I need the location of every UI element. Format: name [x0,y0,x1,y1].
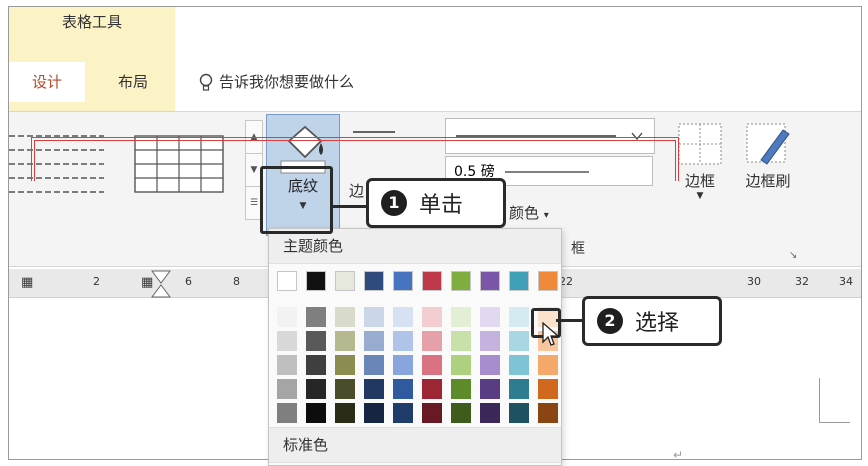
ruler-label: 8 [233,275,240,288]
border-painter-label: 边框刷 [745,172,791,190]
step-1-text: 单击 [419,193,464,218]
theme-color-tint-swatch[interactable] [509,331,529,351]
theme-color-tint-swatch[interactable] [422,307,442,327]
theme-color-tint-swatch[interactable] [364,355,384,375]
theme-color-tint-swatch[interactable] [451,331,471,351]
callout-leader-1 [330,205,368,208]
theme-color-tint-swatch[interactable] [422,355,442,375]
ruler-label: 34 [839,275,853,288]
theme-color-tint-swatch[interactable] [306,403,326,423]
theme-color-tint-swatch[interactable] [393,379,413,399]
tell-me-text: 告诉我你想要做什么 [219,73,355,91]
theme-color-tint-swatch[interactable] [538,355,558,375]
theme-color-tint-swatch[interactable] [393,307,413,327]
shading-button-highlight [260,166,333,234]
theme-color-tint-swatch[interactable] [422,331,442,351]
theme-color-tint-swatch[interactable] [364,307,384,327]
ruler-marker-icon: ▦ [21,275,34,290]
theme-color-swatch[interactable] [480,271,500,291]
theme-color-swatch[interactable] [422,271,442,291]
theme-color-tint-swatch[interactable] [335,355,355,375]
theme-color-tint-swatch[interactable] [335,403,355,423]
theme-colors-heading: 主题颜色 [269,229,561,264]
theme-color-tint-swatch[interactable] [393,355,413,375]
step-2-number: 2 [597,308,623,334]
paragraph-mark-icon: ↵ [673,448,684,460]
chevron-down-icon: ▼ [696,191,704,201]
theme-color-tint-swatch[interactable] [393,331,413,351]
theme-color-tint-swatch[interactable] [509,307,529,327]
theme-color-tint-swatch[interactable] [277,331,297,351]
theme-color-tint-swatch[interactable] [335,307,355,327]
theme-color-tint-swatch[interactable] [538,379,558,399]
dialog-launcher-icon[interactable]: ↘ [789,250,797,261]
theme-color-tint-swatch[interactable] [393,403,413,423]
theme-color-tint-swatch[interactable] [509,403,529,423]
ruler-label: 30 [747,275,761,288]
theme-color-tint-swatch[interactable] [364,331,384,351]
margin-corner-icon [819,378,850,423]
border-painter-icon [746,123,790,165]
theme-color-tint-swatch[interactable] [451,403,471,423]
theme-color-tint-swatch[interactable] [335,379,355,399]
callout-leader-2 [556,319,584,322]
tell-me-search[interactable]: 告诉我你想要做什么 [199,65,354,99]
theme-color-tint-swatch[interactable] [277,355,297,375]
pen-color-button[interactable]: 颜色 ▾ [509,202,549,223]
theme-color-tint-swatch[interactable] [509,355,529,375]
theme-color-swatch[interactable] [393,271,413,291]
theme-color-tint-swatch[interactable] [364,403,384,423]
ruler-label: 32 [795,275,809,288]
theme-color-tint-swatch[interactable] [538,403,558,423]
theme-color-tint-swatch[interactable] [306,331,326,351]
tab-design[interactable]: 设计 [9,62,85,102]
ruler-label: 6 [185,275,192,288]
theme-color-tint-swatch[interactable] [480,307,500,327]
group-label-borders: 框 [571,241,585,257]
document-table-border[interactable] [31,137,679,181]
theme-color-tint-swatch[interactable] [480,331,500,351]
theme-color-swatch[interactable] [335,271,355,291]
lightbulb-icon [199,73,213,91]
theme-color-swatch[interactable] [509,271,529,291]
step-2-text: 选择 [635,311,680,336]
chevron-down-icon: ▾ [543,210,549,221]
theme-color-tint-swatch[interactable] [306,355,326,375]
borders-icon [678,123,722,165]
theme-color-tint-swatch[interactable] [335,331,355,351]
context-tab-group-title: 表格工具 [61,13,122,31]
theme-color-tint-swatch[interactable] [277,307,297,327]
theme-color-tint-swatch[interactable] [480,355,500,375]
callout-step-2: 2 选择 [582,296,722,346]
step-1-number: 1 [381,190,407,216]
theme-color-swatch[interactable] [451,271,471,291]
ruler-label: 2 [93,275,100,288]
theme-color-swatch[interactable] [538,271,558,291]
standard-colors-heading: 标准色 [269,427,561,463]
theme-color-tint-swatch[interactable] [364,379,384,399]
theme-color-swatch[interactable] [306,271,326,291]
theme-color-tint-swatch[interactable] [422,403,442,423]
theme-color-tint-swatch[interactable] [306,379,326,399]
callout-step-1: 1 单击 [366,178,506,228]
theme-color-tint-swatch[interactable] [277,379,297,399]
theme-color-tint-swatch[interactable] [451,307,471,327]
theme-color-tint-swatch[interactable] [480,379,500,399]
mouse-pointer-icon [542,322,560,346]
theme-color-tint-swatch[interactable] [509,379,529,399]
theme-color-tint-swatch[interactable] [451,355,471,375]
theme-color-tint-swatch[interactable] [306,307,326,327]
pen-color-label: 颜色 [509,204,540,222]
theme-color-tint-swatch[interactable] [480,403,500,423]
theme-color-tint-swatch[interactable] [451,379,471,399]
theme-color-tint-swatch[interactable] [422,379,442,399]
tab-layout[interactable]: 布局 [91,62,175,102]
theme-color-swatch[interactable] [364,271,384,291]
shading-color-dropdown: 主题颜色 标准色 [268,228,562,466]
theme-color-swatch[interactable] [277,271,297,291]
border-painter-button[interactable]: 边框刷 [733,122,803,191]
theme-color-tint-swatch[interactable] [277,403,297,423]
